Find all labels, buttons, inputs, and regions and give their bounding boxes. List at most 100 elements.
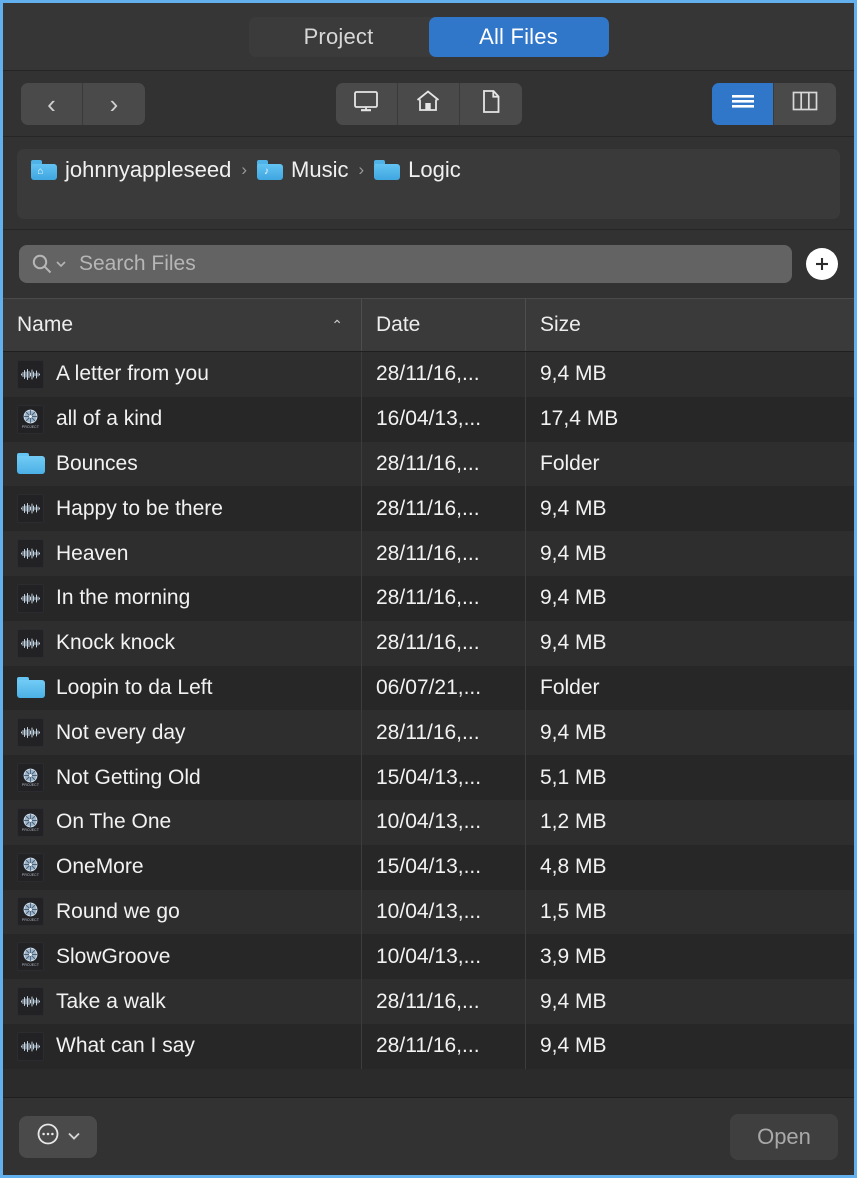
file-size: 9,4 MB (540, 990, 607, 1014)
file-name: Heaven (56, 542, 128, 566)
file-name: A letter from you (56, 362, 209, 386)
cell-date: 10/04/13,... (362, 890, 526, 935)
open-button[interactable]: Open (730, 1114, 838, 1160)
table-row[interactable]: PROJECTSlowGroove10/04/13,...3,9 MB (3, 934, 854, 979)
breadcrumb-label: Music (291, 157, 348, 183)
search-icon[interactable] (31, 253, 67, 275)
breadcrumb-item-home[interactable]: ⌂ johnnyappleseed (31, 157, 231, 183)
cell-size: 3,9 MB (526, 934, 854, 979)
search-input[interactable] (71, 251, 780, 277)
column-header-date[interactable]: Date (362, 299, 526, 351)
documents-button[interactable] (460, 83, 522, 125)
audio-file-icon (17, 539, 44, 568)
breadcrumb-item-logic[interactable]: Logic (374, 157, 461, 183)
file-date: 15/04/13,... (376, 766, 481, 790)
table-row[interactable]: In the morning28/11/16,...9,4 MB (3, 576, 854, 621)
table-row[interactable]: Bounces28/11/16,...Folder (3, 442, 854, 487)
action-menu-button[interactable] (19, 1116, 97, 1158)
desktop-button[interactable] (336, 83, 398, 125)
audio-file-icon (17, 360, 44, 389)
cell-name: Bounces (3, 442, 362, 487)
top-tab-bar: Project All Files (3, 3, 854, 71)
search-field[interactable] (19, 245, 792, 283)
table-row[interactable]: Not every day 28/11/16,... 9,4 MB (3, 710, 854, 755)
add-button[interactable] (806, 248, 838, 280)
file-date: 10/04/13,... (376, 900, 481, 924)
music-folder-icon: ♪ (257, 160, 283, 180)
audio-file-icon (17, 584, 44, 613)
cell-size: 9,4 MB (526, 710, 854, 755)
file-size: 9,4 MB (540, 721, 607, 745)
table-row[interactable]: Take a walk28/11/16,...9,4 MB (3, 979, 854, 1024)
file-size: 9,4 MB (540, 542, 607, 566)
cell-size: 9,4 MB (526, 979, 854, 1024)
file-size: 1,5 MB (540, 900, 607, 924)
file-name: SlowGroove (56, 945, 170, 969)
table-row[interactable]: Happy to be there 28/11/16,... 9,4 MB (3, 486, 854, 531)
file-date: 28/11/16,... (376, 721, 480, 745)
cell-name: Knock knock (3, 621, 362, 666)
folder-icon (374, 160, 400, 180)
breadcrumb-item-music[interactable]: ♪ Music (257, 157, 348, 183)
file-size: 5,1 MB (540, 766, 607, 790)
cell-date: 16/04/13,... (362, 397, 526, 442)
column-view-button[interactable] (774, 83, 836, 125)
table-row[interactable]: What can I say28/11/16,...9,4 MB (3, 1024, 854, 1069)
column-header-label: Size (540, 313, 581, 337)
breadcrumb: ⌂ johnnyappleseed › ♪ Music › (31, 157, 461, 183)
tab-project[interactable]: Project (249, 17, 429, 57)
cell-date: 28/11/16,... (362, 979, 526, 1024)
file-date: 16/04/13,... (376, 407, 481, 431)
file-size: 9,4 MB (540, 497, 607, 521)
file-date: 15/04/13,... (376, 855, 481, 879)
breadcrumb-label: johnnyappleseed (65, 157, 231, 183)
back-button[interactable]: ‹ (21, 83, 83, 125)
list-view-button[interactable] (712, 83, 774, 125)
cell-date: 28/11/16,... (362, 486, 526, 531)
table-row[interactable]: PROJECTall of a kind16/04/13,...17,4 MB (3, 397, 854, 442)
file-date: 28/11/16,... (376, 362, 480, 386)
cell-name: Not every day (3, 710, 362, 755)
cell-name: PROJECT SlowGroove (3, 934, 362, 979)
table-row[interactable]: PROJECTOneMore15/04/13,...4,8 MB (3, 845, 854, 890)
table-row[interactable]: Heaven 28/11/16,... 9,4 MB (3, 531, 854, 576)
file-name: Loopin to da Left (56, 676, 212, 700)
cell-date: 15/04/13,... (362, 755, 526, 800)
file-list: Name ⌃ Date Size A letter from you 28/11/… (3, 298, 854, 1097)
project-file-icon: PROJECT (17, 763, 44, 792)
file-size: 3,9 MB (540, 945, 607, 969)
column-header-name[interactable]: Name ⌃ (3, 299, 362, 351)
table-row[interactable]: Knock knock 28/11/16,... 9,4 MB (3, 621, 854, 666)
history-buttons: ‹ › (21, 83, 145, 125)
file-browser-window: Project All Files ‹ › (0, 0, 857, 1178)
cell-size: Folder (526, 666, 854, 711)
file-name: Round we go (56, 900, 180, 924)
desktop-icon (353, 89, 379, 118)
file-date: 28/11/16,... (376, 631, 480, 655)
sort-ascending-icon: ⌃ (331, 317, 343, 334)
cell-name: A letter from you (3, 352, 362, 397)
file-name: In the morning (56, 586, 190, 610)
file-name: Happy to be there (56, 497, 223, 521)
cell-size: 9,4 MB (526, 621, 854, 666)
bottom-toolbar: Open (3, 1097, 854, 1175)
home-button[interactable] (398, 83, 460, 125)
tab-all-files[interactable]: All Files (429, 17, 609, 57)
table-row[interactable]: PROJECTNot Getting Old15/04/13,...5,1 MB (3, 755, 854, 800)
cell-date: 28/11/16,... (362, 576, 526, 621)
chevron-left-icon: ‹ (47, 91, 56, 117)
cell-name: Heaven (3, 531, 362, 576)
cell-size: 9,4 MB (526, 531, 854, 576)
path-box: ⌂ johnnyappleseed › ♪ Music › (17, 149, 840, 219)
column-header-size[interactable]: Size (526, 299, 854, 351)
forward-button[interactable]: › (83, 83, 145, 125)
project-file-icon: PROJECT (17, 942, 44, 971)
audio-file-icon (17, 629, 44, 658)
file-date: 28/11/16,... (376, 542, 480, 566)
table-row[interactable]: Loopin to da Left06/07/21,...Folder (3, 666, 854, 711)
table-row[interactable]: PROJECTOn The One10/04/13,...1,2 MB (3, 800, 854, 845)
table-row[interactable]: PROJECTRound we go10/04/13,...1,5 MB (3, 890, 854, 935)
table-row[interactable]: A letter from you28/11/16,...9,4 MB (3, 352, 854, 397)
path-panel: ⌂ johnnyappleseed › ♪ Music › (3, 137, 854, 230)
column-header-label: Name (17, 313, 73, 337)
